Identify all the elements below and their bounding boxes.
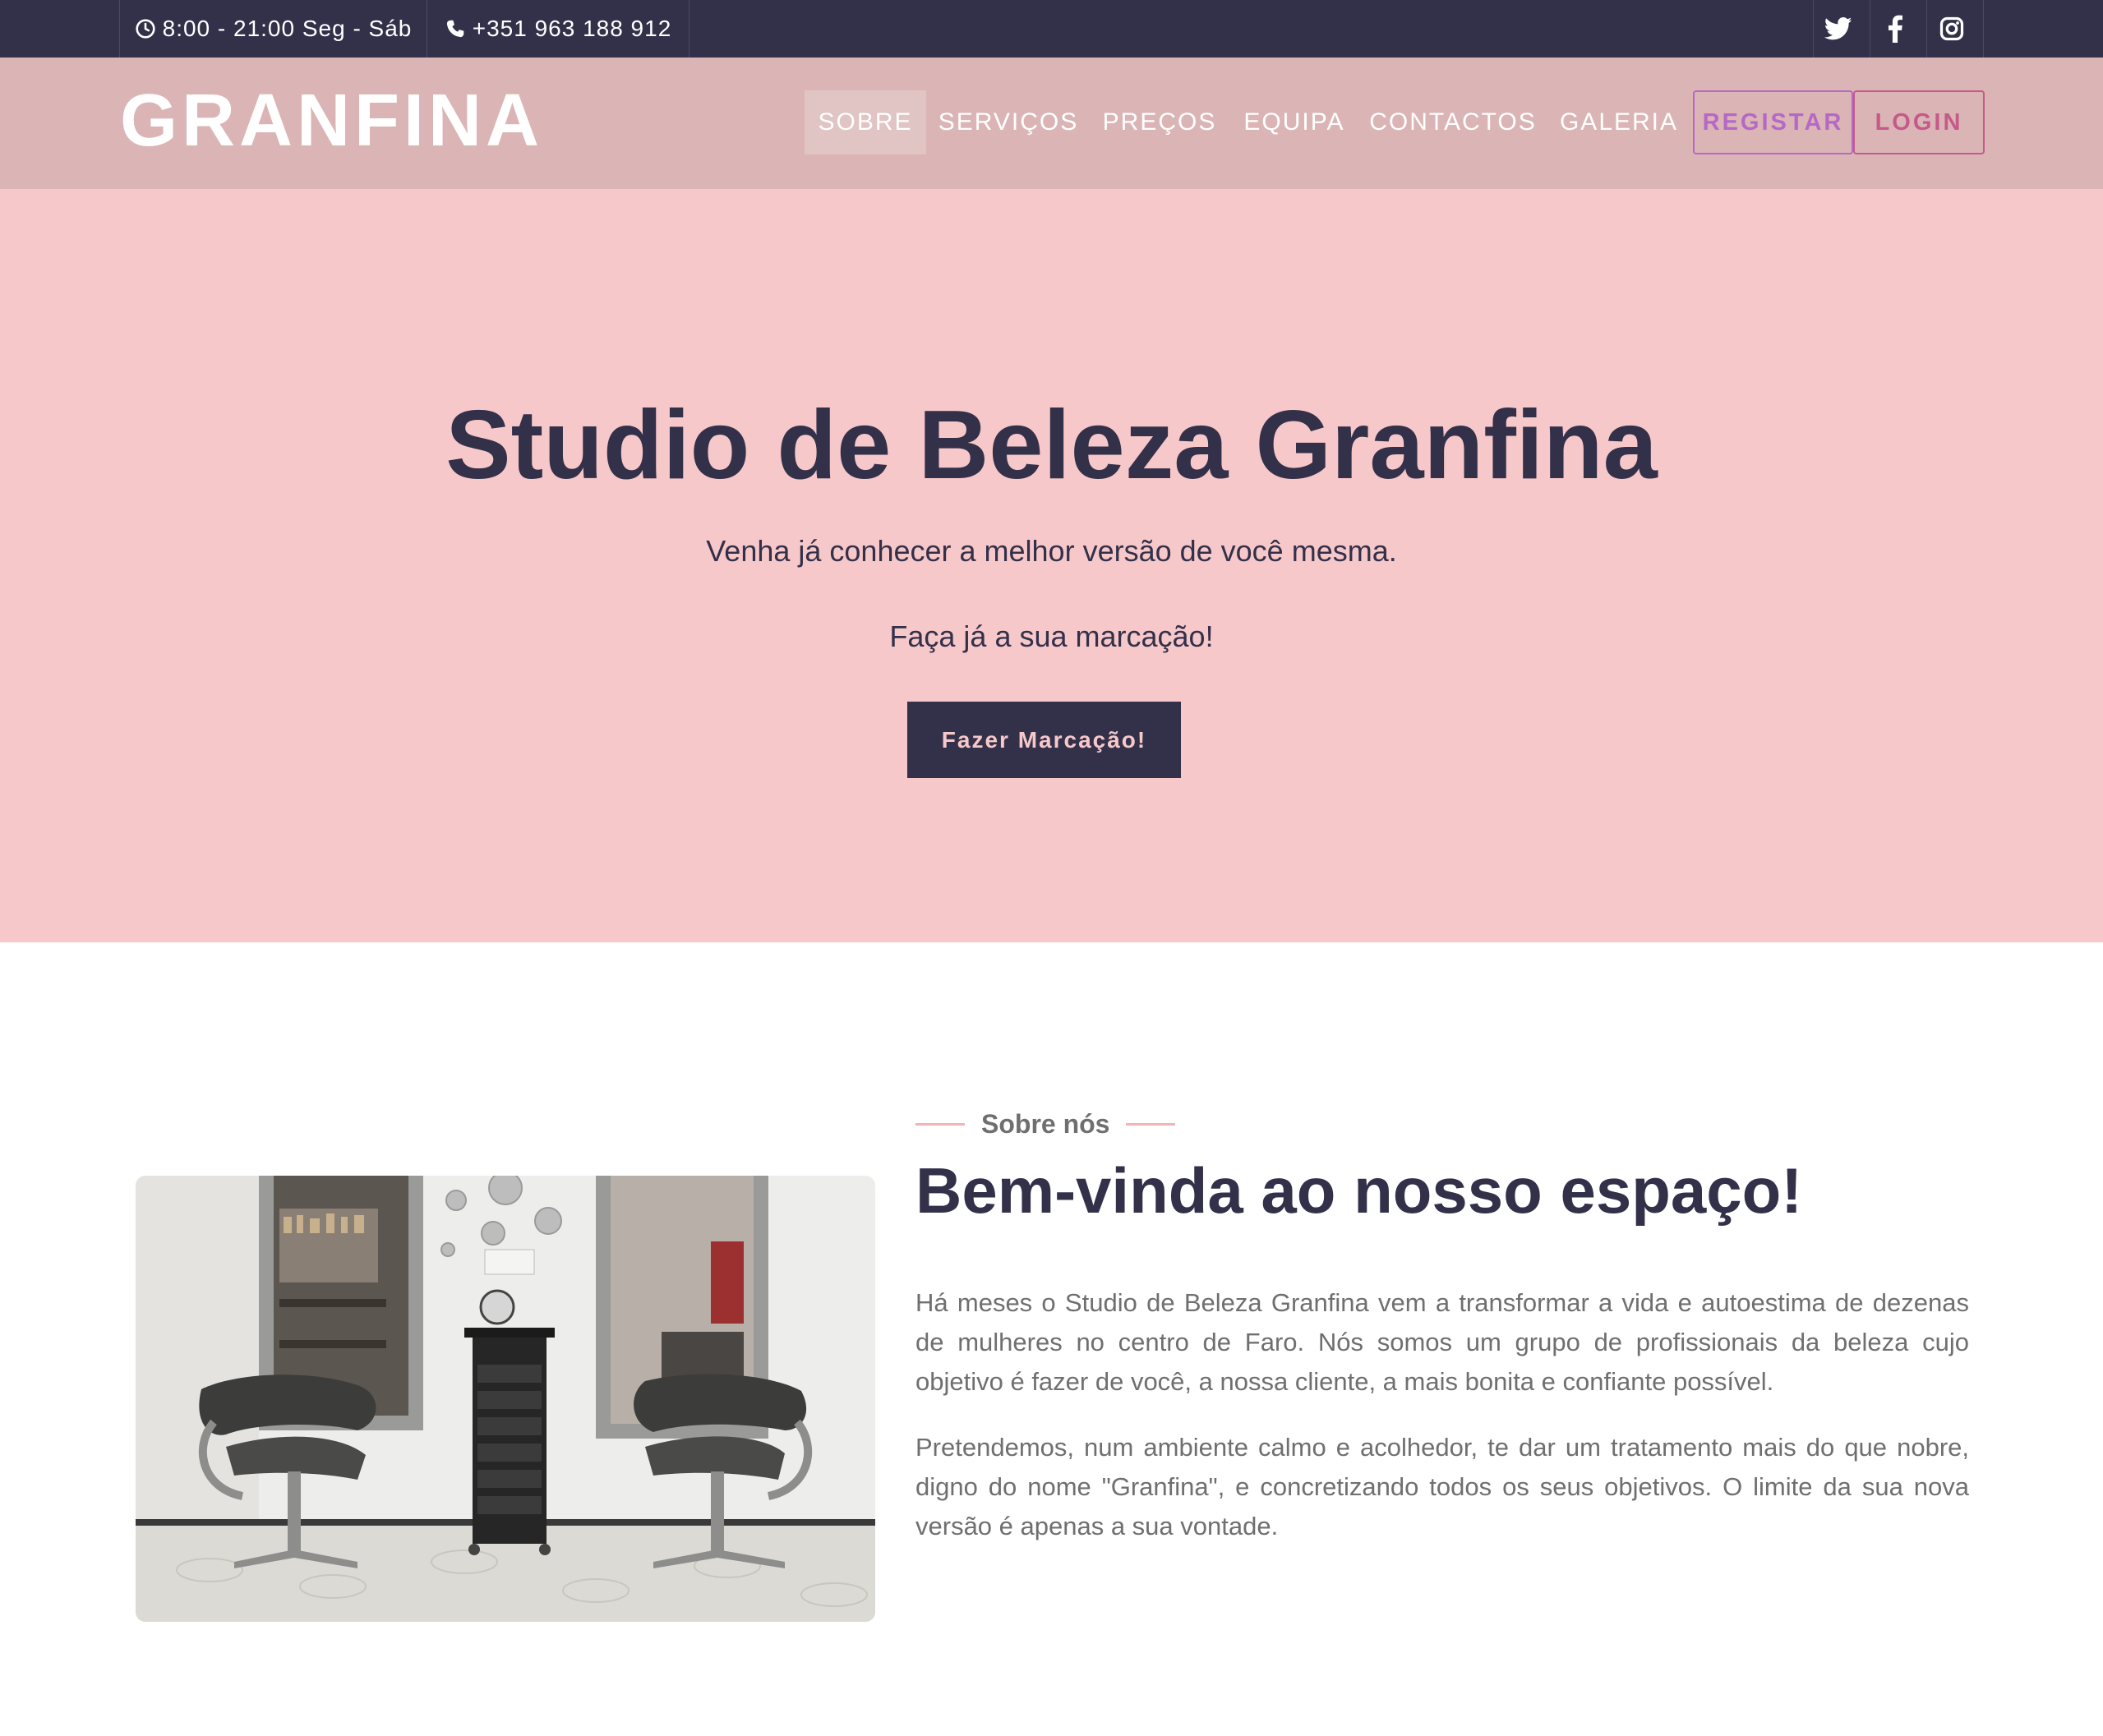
login-button[interactable]: LOGIN bbox=[1853, 90, 1985, 154]
hero-title: Studio de Beleza Granfina bbox=[445, 390, 1658, 500]
twitter-icon[interactable] bbox=[1824, 16, 1852, 41]
nav-item-servicos[interactable]: SERVIÇOS bbox=[926, 90, 1091, 154]
nav-item-galeria[interactable]: GALERIA bbox=[1545, 90, 1693, 154]
phone-icon bbox=[446, 20, 464, 38]
phone-contact[interactable]: +351 963 188 912 bbox=[427, 0, 689, 58]
opening-hours-text: 8:00 - 21:00 Seg - Sáb bbox=[162, 16, 413, 41]
phone-number[interactable]: +351 963 188 912 bbox=[473, 16, 672, 42]
site-logo[interactable]: GRANFINA bbox=[120, 84, 543, 158]
about-title: Bem-vinda ao nosso espaço! bbox=[915, 1154, 1803, 1227]
hero-subtitle: Venha já conhecer a melhor versão de voc… bbox=[706, 534, 1397, 568]
main-navbar: GRANFINA SOBRE SERVIÇOS PREÇOS EQUIPA CO… bbox=[0, 58, 2103, 189]
salon-interior-photo bbox=[136, 1176, 875, 1622]
opening-hours: 8:00 - 21:00 Seg - Sáb bbox=[119, 0, 427, 58]
nav-item-contactos[interactable]: CONTACTOS bbox=[1363, 90, 1543, 154]
twitter-link[interactable] bbox=[1813, 0, 1870, 58]
nav-item-precos[interactable]: PREÇOS bbox=[1093, 90, 1226, 154]
facebook-icon[interactable] bbox=[1887, 15, 1903, 43]
register-button[interactable]: REGISTAR bbox=[1693, 90, 1853, 154]
kicker-line-left bbox=[915, 1123, 965, 1126]
kicker-line-right bbox=[1126, 1123, 1176, 1126]
book-appointment-button[interactable]: Fazer Marcação! bbox=[907, 702, 1181, 778]
hero-call-to-action-text: Faça já a sua marcação! bbox=[889, 619, 1214, 653]
about-kicker: Sobre nós bbox=[915, 1109, 1176, 1140]
about-kicker-text: Sobre nós bbox=[981, 1109, 1110, 1139]
nav-item-sobre[interactable]: SOBRE bbox=[805, 90, 926, 154]
about-paragraph-1: Há meses o Studio de Beleza Granfina vem… bbox=[915, 1288, 1969, 1396]
hero-section: Studio de Beleza Granfina Venha já conhe… bbox=[0, 189, 2103, 942]
clock-icon bbox=[136, 19, 155, 39]
nav-item-equipa[interactable]: EQUIPA bbox=[1229, 90, 1360, 154]
instagram-icon[interactable] bbox=[1939, 16, 1964, 41]
instagram-link[interactable] bbox=[1926, 0, 1984, 58]
about-paragraph-2: Pretendemos, num ambiente calmo e acolhe… bbox=[915, 1433, 1969, 1540]
top-bar: 8:00 - 21:00 Seg - Sáb +351 963 188 912 bbox=[0, 0, 2103, 58]
facebook-link[interactable] bbox=[1870, 0, 1927, 58]
